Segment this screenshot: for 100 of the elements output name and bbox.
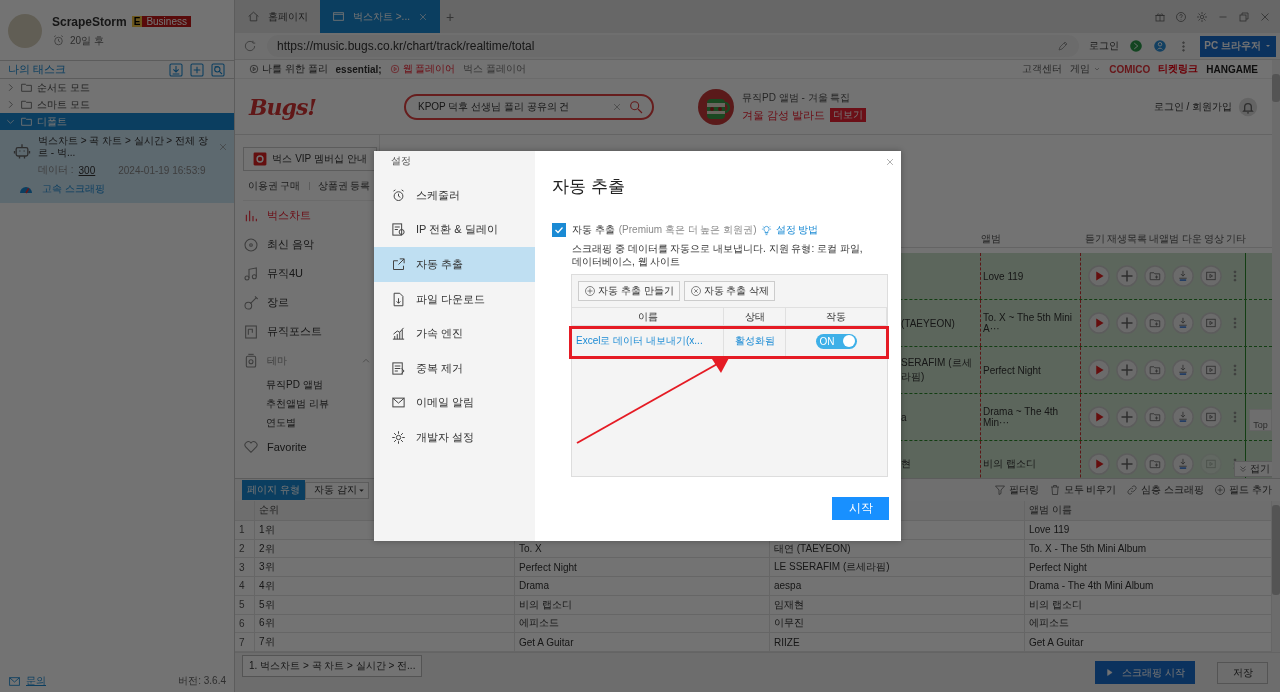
- checkbox-label: 자동 추출: [572, 223, 615, 237]
- column-header: 앨범: [981, 231, 1002, 246]
- folder-item[interactable]: 디폴트: [0, 113, 234, 130]
- album-name[interactable]: To. X ~ The 5th Mini A···: [983, 312, 1080, 334]
- version-text: 버전: 3.6.4: [178, 674, 226, 688]
- service-link[interactable]: 고객센터: [1022, 62, 1063, 76]
- service-link[interactable]: 티켓링크: [1158, 62, 1199, 76]
- promo-title[interactable]: 겨울 감성 발라드: [742, 107, 826, 123]
- settings-menu-item[interactable]: 중복 제거: [374, 350, 535, 386]
- save-button[interactable]: 저장: [1217, 661, 1268, 684]
- table-cell[interactable]: Excel로 데이터 내보내기(x...: [572, 326, 724, 356]
- column-header: 내앨범: [1149, 231, 1180, 246]
- top-button[interactable]: Top: [1249, 409, 1272, 431]
- help-link[interactable]: 문의: [26, 674, 46, 688]
- settings-menu-item[interactable]: 자동 추출: [374, 247, 535, 282]
- table-cell: 6위: [255, 614, 515, 633]
- table-cell: 활성화됨: [724, 326, 786, 356]
- promo-kicker: 뮤직PD 앨범 - 겨울 특집: [742, 90, 852, 105]
- row-number: 5: [235, 595, 255, 614]
- plan-letter: E: [131, 16, 143, 27]
- row-number: 7: [235, 633, 255, 651]
- toolbar-button[interactable]: 모두 비우기: [1048, 483, 1117, 497]
- task-title: 벅스차트 > 곡 차트 > 실시간 > 전체 장르 - 벅...: [38, 135, 209, 159]
- table-cell: 에피소드: [515, 614, 770, 633]
- sub-link[interactable]: 상품권 등록: [317, 178, 371, 193]
- service-link[interactable]: 게임: [1070, 62, 1102, 76]
- task-breadcrumb-tab[interactable]: 1. 벅스차트 > 곡 차트 > 실시간 > 전...: [242, 655, 423, 677]
- album-name[interactable]: Love 119: [983, 270, 1024, 282]
- row-number: 4: [235, 577, 255, 595]
- dialog-heading: 자동 추출: [552, 176, 626, 198]
- page-type-label: 페이지 유형: [242, 480, 305, 500]
- search-field[interactable]: KPOP 덕후 선생님 플리 공유의 건: [404, 93, 654, 120]
- browser-tab[interactable]: 홈페이지: [235, 0, 320, 33]
- note-text: (Premium 혹은 더 높은 회원권): [618, 223, 757, 237]
- start-scraping-button[interactable]: 스크래핑 시작: [1095, 661, 1195, 684]
- more-badge[interactable]: 더보기: [830, 108, 867, 122]
- user-name: ScrapeStorm: [52, 14, 127, 29]
- table-cell: 5위: [255, 595, 515, 614]
- row-number: 6: [235, 614, 255, 633]
- login-link[interactable]: 로그인: [1089, 39, 1120, 53]
- album-name[interactable]: Perfect Night: [983, 364, 1041, 376]
- album-name[interactable]: 비의 랩소디: [983, 457, 1036, 471]
- delete-button[interactable]: 자동 추출 삭제: [683, 281, 776, 301]
- table-cell: LE SSERAFIM (르세라핌): [770, 558, 1025, 577]
- row-number: 1: [235, 520, 255, 539]
- column-header: 기타: [1225, 231, 1246, 246]
- table-cell: RIIZE: [770, 633, 1025, 651]
- column-header: 이름: [572, 308, 724, 325]
- settings-menu-item[interactable]: 이메일 알림: [374, 385, 535, 421]
- help-link[interactable]: 설정 방법: [775, 223, 819, 237]
- album-name[interactable]: Drama ~ The 4th Min···: [983, 406, 1080, 428]
- start-button[interactable]: 시작: [832, 497, 889, 520]
- nav-link[interactable]: 나를 위한 플리: [249, 62, 328, 76]
- collapse-button[interactable]: 접기: [1234, 461, 1272, 477]
- logo[interactable]: Bugs!: [249, 93, 404, 120]
- table-cell: 비의 랩소디: [515, 595, 770, 614]
- table-cell: 4위: [255, 577, 515, 595]
- folder-item[interactable]: 순서도 모드: [0, 79, 234, 96]
- row-number: 3: [235, 558, 255, 577]
- table-cell: 임재현: [770, 595, 1025, 614]
- table-cell: Drama: [515, 577, 770, 595]
- table-cell: aespa: [770, 577, 1025, 595]
- table-cell: Get A Guitar: [515, 633, 770, 651]
- service-link[interactable]: HANGAME: [1206, 63, 1258, 75]
- account-link[interactable]: 로그인 / 회원가입: [1153, 99, 1232, 114]
- nav-link[interactable]: essential;: [335, 63, 382, 75]
- toolbar-button[interactable]: 필터링: [993, 483, 1039, 497]
- description-text: 스크래핑 중 데이터를 자동으로 내보냅니다. 지원 유형: 로컬 파일, 데이터베이스, 웹 사이트: [572, 242, 864, 268]
- browser-tab[interactable]: 벅스차트 >...: [320, 0, 440, 33]
- service-link[interactable]: COMICO: [1109, 63, 1151, 75]
- table-cell: 7위: [255, 633, 515, 651]
- artist-name[interactable]: (TAEYEON): [901, 317, 955, 329]
- artist-name[interactable]: SERAFIM (르세라핌): [901, 356, 980, 384]
- sub-link[interactable]: 이용권 구매: [247, 178, 301, 193]
- nav-link[interactable]: 웹 플레이어: [389, 62, 456, 76]
- data-count: 300: [78, 164, 96, 176]
- page-type-dropdown[interactable]: 자동 감지: [304, 481, 369, 499]
- dialog-title: 설정: [390, 154, 412, 168]
- toolbar-button[interactable]: 필드 추가: [1214, 483, 1272, 497]
- toggle-switch[interactable]: ON: [815, 333, 857, 349]
- table-cell: 3위: [255, 558, 515, 577]
- plan-badge: Business: [142, 16, 191, 27]
- artist-name[interactable]: 현: [901, 457, 911, 471]
- address-field[interactable]: https://music.bugs.co.kr/chart/track/realtime/total: [267, 35, 1080, 57]
- vip-button[interactable]: 벅스 VIP 멤버십 안내: [243, 147, 377, 171]
- artist-name[interactable]: a: [901, 411, 907, 423]
- browser-mode-button[interactable]: PC 브라우저: [1200, 35, 1276, 57]
- folder-item[interactable]: 스마트 모드: [0, 96, 234, 113]
- column-header: 영상: [1203, 231, 1224, 246]
- table-cell: Perfect Night: [515, 558, 770, 577]
- create-button[interactable]: 자동 추출 만들기: [578, 281, 680, 301]
- new-tab-button[interactable]: +: [439, 8, 461, 25]
- expiry-text: 20일 후: [70, 33, 104, 48]
- column-header: 작동: [786, 308, 887, 325]
- column-header: 상태: [724, 308, 786, 325]
- column-header: 재생목록: [1107, 231, 1148, 246]
- toolbar-button[interactable]: 심층 스크래핑: [1126, 483, 1205, 497]
- mode-text: 고속 스크래핑: [42, 182, 105, 196]
- table-cell: 이무진: [770, 614, 1025, 633]
- column-header: 다운: [1181, 231, 1202, 246]
